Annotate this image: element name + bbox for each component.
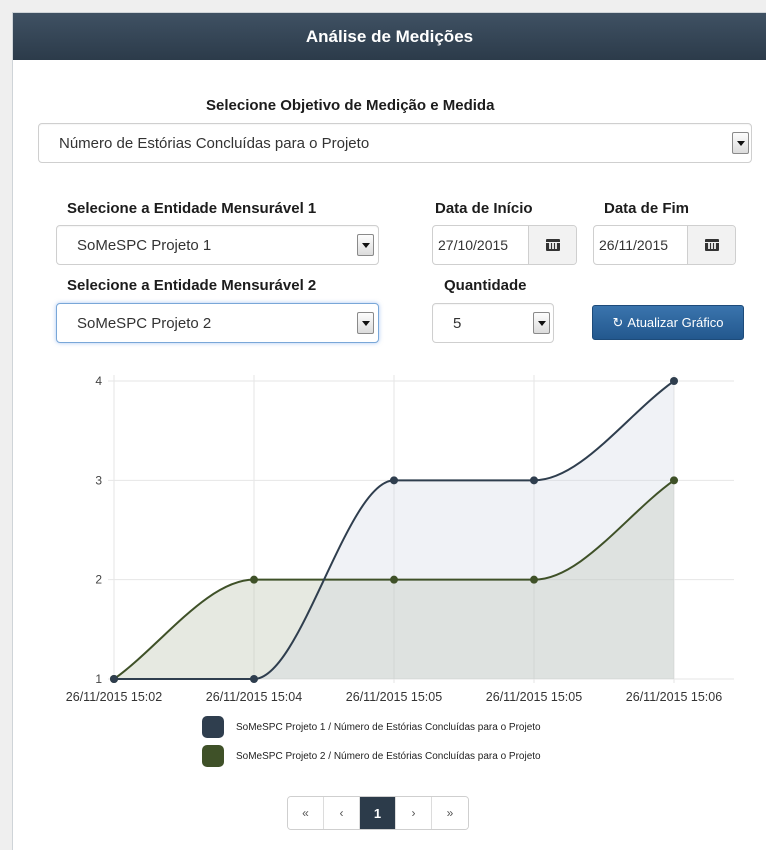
legend-label-series-2: SoMeSPC Projeto 2 / Número de Estórias C… [236, 750, 541, 762]
pagination-next[interactable]: › [396, 797, 432, 829]
x-tick-label: 26/11/2015 15:02 [66, 690, 162, 704]
series-2-point [530, 575, 538, 584]
x-tick-label: 26/11/2015 15:05 [486, 690, 582, 704]
y-tick-label: 2 [95, 573, 102, 587]
pagination: « ‹ 1 › » [287, 796, 469, 830]
legend-label-series-1: SoMeSPC Projeto 1 / Número de Estórias C… [236, 721, 541, 733]
series-2-point [670, 476, 678, 485]
series-1-point [110, 675, 118, 683]
legend-item-series-1[interactable]: SoMeSPC Projeto 1 / Número de Estórias C… [202, 716, 541, 738]
legend-swatch-series-2 [202, 745, 224, 767]
y-tick-label: 4 [95, 374, 102, 388]
series-1-point [670, 377, 678, 385]
series-2-point [250, 575, 258, 584]
pagination-page-1[interactable]: 1 [360, 797, 396, 829]
pagination-last[interactable]: » [432, 797, 468, 829]
x-tick-label: 26/11/2015 15:04 [206, 690, 302, 704]
y-tick-label: 1 [95, 672, 102, 686]
series-1-point [250, 675, 258, 683]
series-1-point [530, 476, 538, 485]
legend-item-series-2[interactable]: SoMeSPC Projeto 2 / Número de Estórias C… [202, 745, 541, 767]
pagination-prev[interactable]: ‹ [324, 797, 360, 829]
series-1-point [390, 476, 398, 485]
x-tick-label: 26/11/2015 15:05 [346, 690, 442, 704]
x-tick-label: 26/11/2015 15:06 [626, 690, 722, 704]
pagination-first[interactable]: « [288, 797, 324, 829]
legend-swatch-series-1 [202, 716, 224, 738]
y-tick-label: 3 [95, 473, 102, 487]
series-2-point [390, 575, 398, 584]
